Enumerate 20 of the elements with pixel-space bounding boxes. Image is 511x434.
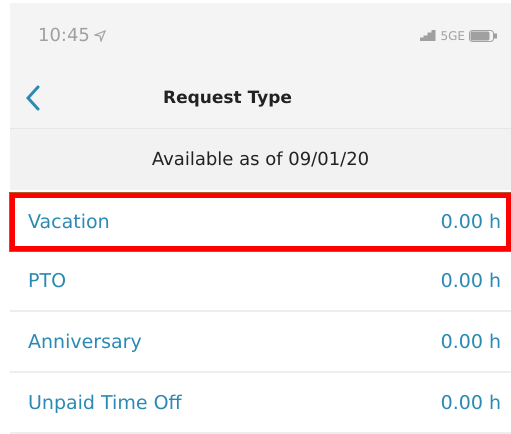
request-type-row[interactable]: PTO 0.00 h (10, 251, 511, 312)
request-type-name: Unpaid Time Off (28, 392, 182, 414)
hours-balance: 0.00 h (440, 392, 501, 414)
request-type-row[interactable]: Anniversary 0.00 h (10, 312, 511, 373)
location-icon (94, 30, 106, 42)
available-date-label: Available as of 09/01/20 (152, 149, 370, 170)
hours-balance: 0.00 h (440, 270, 501, 292)
battery-icon (469, 30, 497, 42)
request-type-name: PTO (28, 270, 66, 292)
status-time: 10:45 (38, 25, 90, 46)
chevron-left-icon (26, 85, 40, 111)
hours-balance: 0.00 h (440, 330, 501, 352)
request-type-name: Anniversary (28, 330, 142, 352)
signal-icon (420, 30, 436, 41)
request-type-name: Vacation (28, 211, 110, 233)
request-type-row[interactable]: Vacation 0.00 h (10, 193, 511, 251)
hours-balance: 0.00 h (440, 211, 501, 233)
screen-title: Request Type (163, 88, 292, 108)
network-label: 5GE (440, 28, 465, 42)
request-type-row[interactable]: Unpaid Time Off 0.00 h (10, 373, 511, 434)
